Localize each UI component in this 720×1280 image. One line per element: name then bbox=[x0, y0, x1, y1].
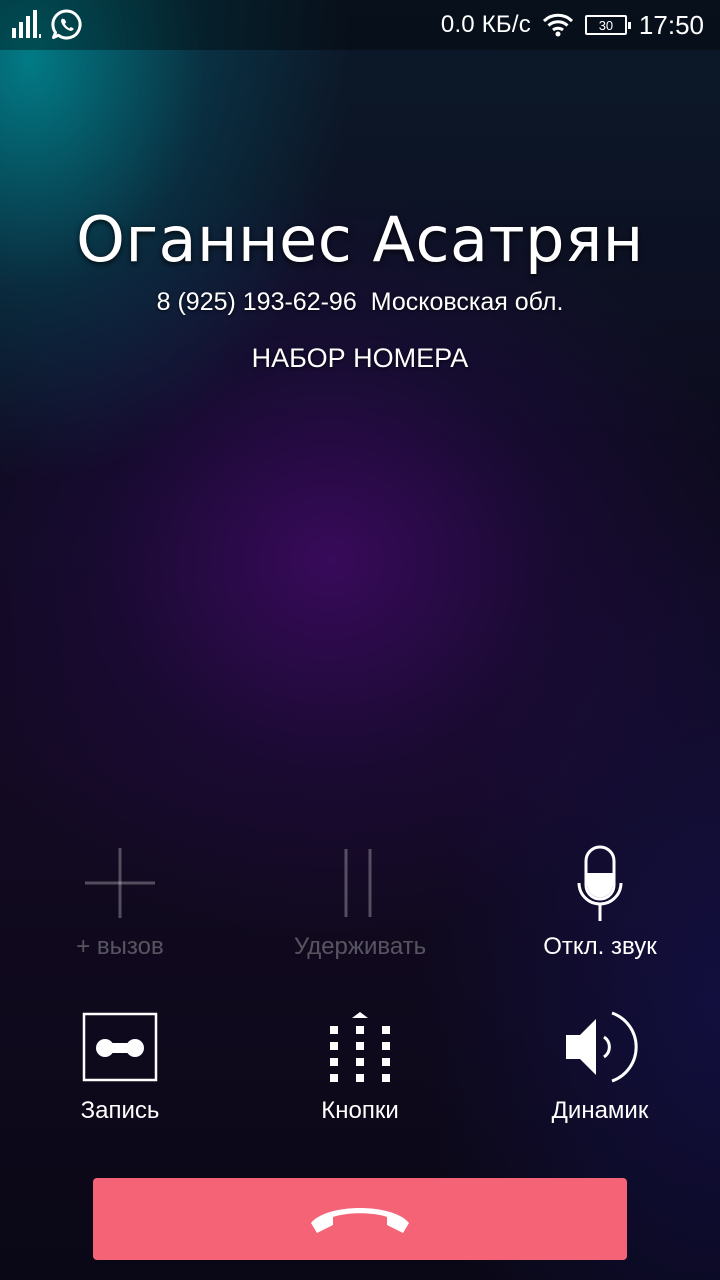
add-call-label: + вызов bbox=[76, 933, 164, 960]
speaker-icon bbox=[566, 1011, 638, 1083]
network-speed: 0.0 КБ/с bbox=[440, 11, 531, 38]
pause-icon bbox=[344, 849, 372, 917]
wifi-icon bbox=[542, 13, 573, 37]
battery-icon: 30 bbox=[584, 15, 631, 35]
hold-button[interactable]: Удерживать bbox=[240, 840, 480, 964]
caller-phone-number: 8 (925) 193-62-96 bbox=[156, 288, 357, 316]
signal-icon bbox=[12, 10, 41, 38]
hold-label: Удерживать bbox=[293, 933, 427, 960]
caller-name: Оганнес Асатрян bbox=[76, 203, 644, 276]
mute-button[interactable]: Откл. звук bbox=[480, 840, 720, 964]
record-button[interactable]: Запись bbox=[0, 1004, 240, 1128]
battery-level: 30 bbox=[598, 17, 614, 33]
hang-up-icon bbox=[311, 1208, 409, 1233]
voicemail-icon bbox=[82, 1012, 158, 1082]
caller-region: Московская обл. bbox=[370, 288, 564, 316]
microphone-icon bbox=[577, 845, 623, 921]
keypad-button[interactable]: Кнопки bbox=[240, 1004, 480, 1128]
whatsapp-icon bbox=[51, 9, 82, 40]
end-call-button[interactable] bbox=[93, 1178, 627, 1260]
status-bar: 0.0 КБ/с 30 17:50 bbox=[0, 0, 720, 50]
record-label: Запись bbox=[80, 1097, 160, 1124]
speaker-label: Динамик bbox=[551, 1097, 649, 1124]
caller-info: Оганнес Асатрян 8 (925) 193-62-96 Московс… bbox=[0, 200, 720, 378]
in-call-screen: 0.0 КБ/с 30 17:50 Оганнес Асатрян 8 (925… bbox=[0, 0, 720, 1280]
speaker-button[interactable]: Динамик bbox=[480, 1004, 720, 1128]
add-call-button[interactable]: + вызов bbox=[0, 840, 240, 964]
status-right-icons: 0.0 КБ/с 30 17:50 bbox=[441, 8, 704, 42]
mute-label: Откл. звук bbox=[543, 933, 657, 960]
dialpad-icon bbox=[330, 1012, 390, 1082]
keypad-label: Кнопки bbox=[321, 1097, 399, 1124]
caller-details: 8 (925) 193-62-96 Московская обл. bbox=[0, 284, 720, 320]
call-status: НАБОР НОМЕРА bbox=[251, 343, 469, 373]
plus-icon bbox=[85, 848, 155, 918]
status-left-icons bbox=[10, 8, 84, 42]
clock: 17:50 bbox=[638, 9, 704, 40]
